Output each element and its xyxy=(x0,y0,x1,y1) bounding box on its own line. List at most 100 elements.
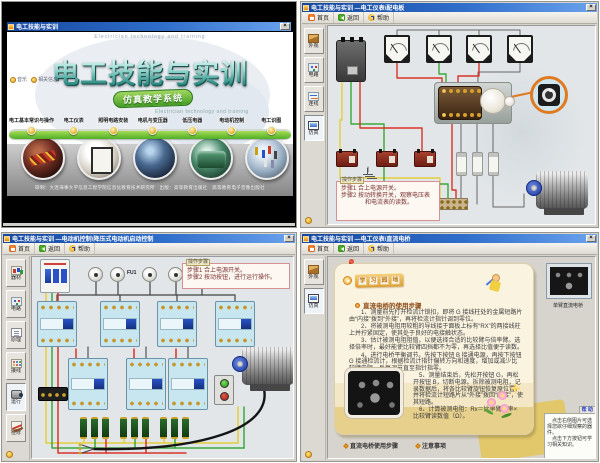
menu-item-lowvoltage[interactable]: 低压电器 xyxy=(173,118,213,144)
assistant-smiley-button[interactable] xyxy=(305,451,312,458)
sidebar-label: 器材 xyxy=(11,276,21,281)
window-icon xyxy=(303,5,309,11)
magnifier-callout[interactable] xyxy=(530,76,568,114)
flower-graphic xyxy=(500,404,509,413)
home-button[interactable]: 首页 xyxy=(5,243,35,254)
link-notes[interactable]: 注意事项 xyxy=(416,441,446,450)
current-transformer-3 xyxy=(414,151,436,167)
leaf-graphic xyxy=(483,407,494,415)
help-button[interactable]: 帮助 xyxy=(364,12,394,23)
motor-base xyxy=(250,384,290,391)
parts-icon xyxy=(11,266,22,275)
meter-corner xyxy=(443,54,450,61)
starting-resistor xyxy=(80,417,87,439)
sidebar-button-repair[interactable]: 检修 xyxy=(6,414,26,442)
home-label: 首页 xyxy=(18,244,30,253)
bullet-icon xyxy=(355,303,360,308)
menu-item-diagrams[interactable]: 电工识图 xyxy=(252,118,292,144)
paragraph: 3、估计被测电阻阻值，以便选择合适的比较臂与倍率臂。选择倍率时，最好能使比较臂四… xyxy=(349,338,523,351)
changeover-switch[interactable] xyxy=(438,86,482,120)
contactor-1 xyxy=(37,301,77,347)
flower-icon xyxy=(349,259,354,264)
menu-item-machines[interactable]: 电机与变压器 xyxy=(133,118,173,144)
sidebar-button-appearance[interactable]: 外观 xyxy=(304,28,324,54)
close-button[interactable]: × xyxy=(586,235,596,242)
menu-label: 照明电路安装 xyxy=(98,118,128,124)
link-usage-steps[interactable]: 直流电桥使用步骤 xyxy=(344,441,398,450)
banner-char: 学 xyxy=(358,276,367,285)
help-button[interactable]: 帮助 xyxy=(65,243,95,254)
mascot-body xyxy=(489,280,501,292)
knob-ring xyxy=(542,88,556,102)
contactor-coil xyxy=(63,319,73,329)
home-button[interactable]: 首页 xyxy=(304,243,334,254)
banner-char: 习 xyxy=(369,276,378,285)
music-button[interactable]: 音乐 xyxy=(10,76,27,83)
home-button[interactable]: 首页 xyxy=(304,12,334,23)
panel-bridge-learning: 电工技能与实训 —电工仪表\直流电桥 × 首页 返回 帮助 外观 仿真 学 习 … xyxy=(300,232,599,462)
menu-item-lighting[interactable]: 照明电路安装 xyxy=(94,118,134,144)
sidebar-button-run[interactable]: 运行 xyxy=(6,383,26,411)
assistant-smiley-button[interactable] xyxy=(305,217,312,224)
back-button[interactable]: 返回 xyxy=(35,243,65,254)
contactor-6 xyxy=(126,358,166,410)
contactor-4 xyxy=(215,301,255,347)
menu-item-motorcontrol[interactable]: 电动机控制 xyxy=(212,118,252,144)
menu-item-basics[interactable]: 电工基本常识与操作 xyxy=(9,118,54,144)
starting-resistor xyxy=(171,417,178,439)
heading-text: 直流电桥的使用步骤 xyxy=(363,300,422,310)
stop-button[interactable] xyxy=(220,392,229,401)
contactor-3 xyxy=(157,301,197,347)
meter-corner xyxy=(509,54,516,61)
box-icon xyxy=(308,265,319,274)
menu-item-instruments[interactable]: 电工仪表 xyxy=(54,118,94,144)
start-button[interactable] xyxy=(220,379,229,388)
sidebar-label: 电路 xyxy=(11,307,21,312)
sidebar-button-simulate[interactable]: 仿真 xyxy=(304,288,324,314)
meter-corner xyxy=(524,54,531,61)
home-icon xyxy=(308,14,315,21)
meter-corner xyxy=(401,54,408,61)
home-label: 首页 xyxy=(317,13,329,22)
sidebar-button-circuit[interactable]: 电路 xyxy=(6,290,26,318)
assistant-smiley-button[interactable] xyxy=(6,451,13,458)
menu-button-icon xyxy=(148,126,157,135)
info-label: 相关信息 xyxy=(38,76,58,83)
diamond-bullet-icon xyxy=(415,443,421,449)
help-button[interactable]: 帮助 xyxy=(364,243,394,254)
motor xyxy=(526,171,596,216)
back-arrow-icon xyxy=(338,14,345,21)
menu-label: 电动机控制 xyxy=(219,118,244,124)
sidebar-button-wiring[interactable]: 连线 xyxy=(304,86,324,112)
close-button[interactable]: × xyxy=(586,4,596,11)
photo-band: 研制：大连海事大学信息工程学院信息化教育技术研究所 出版：高等教育出版社 高等教… xyxy=(7,144,293,196)
back-button[interactable]: 返回 xyxy=(334,12,364,23)
circuit-breaker[interactable] xyxy=(40,259,70,293)
board-sidebar: 外观 电路 连线 仿真 xyxy=(302,25,326,226)
info-button[interactable]: 相关信息 xyxy=(31,76,58,83)
panel-motor-sim: 电工技能与实训 —电动机控制\降压式电动机启动控制 × 首页 返回 帮助 器材 … xyxy=(1,232,297,462)
back-button[interactable]: 返回 xyxy=(334,243,364,254)
sidebar-button-appearance[interactable]: 外观 xyxy=(304,259,324,285)
help-label: 帮助 xyxy=(377,13,389,22)
back-label: 返回 xyxy=(347,244,359,253)
menu-button-icon xyxy=(69,126,78,135)
current-transformer-1 xyxy=(336,151,358,167)
diamond-bullet-icon xyxy=(343,443,349,449)
close-button[interactable]: × xyxy=(284,235,294,242)
fuse-3 xyxy=(488,152,499,176)
sidebar-button-wiring[interactable]: 接线 xyxy=(6,352,26,380)
circuit-breaker[interactable] xyxy=(336,40,366,82)
sidebar-button-equipment[interactable]: 器材 xyxy=(6,259,26,287)
step-line: 和电流表的读数。 xyxy=(341,200,437,207)
sidebar-button-principle[interactable]: 原理 xyxy=(6,321,26,349)
monitor-icon xyxy=(308,294,319,303)
sidebar-button-simulate[interactable]: 仿真 xyxy=(304,115,324,141)
close-button[interactable]: × xyxy=(280,23,290,30)
instrument-thumbnail[interactable] xyxy=(546,263,592,299)
sidebar-button-circuit[interactable]: 电路 xyxy=(304,57,324,83)
starting-resistor xyxy=(91,417,98,439)
window-icon xyxy=(8,24,14,30)
contactor-coil xyxy=(152,379,162,389)
sidebar-label: 运行 xyxy=(11,400,21,405)
